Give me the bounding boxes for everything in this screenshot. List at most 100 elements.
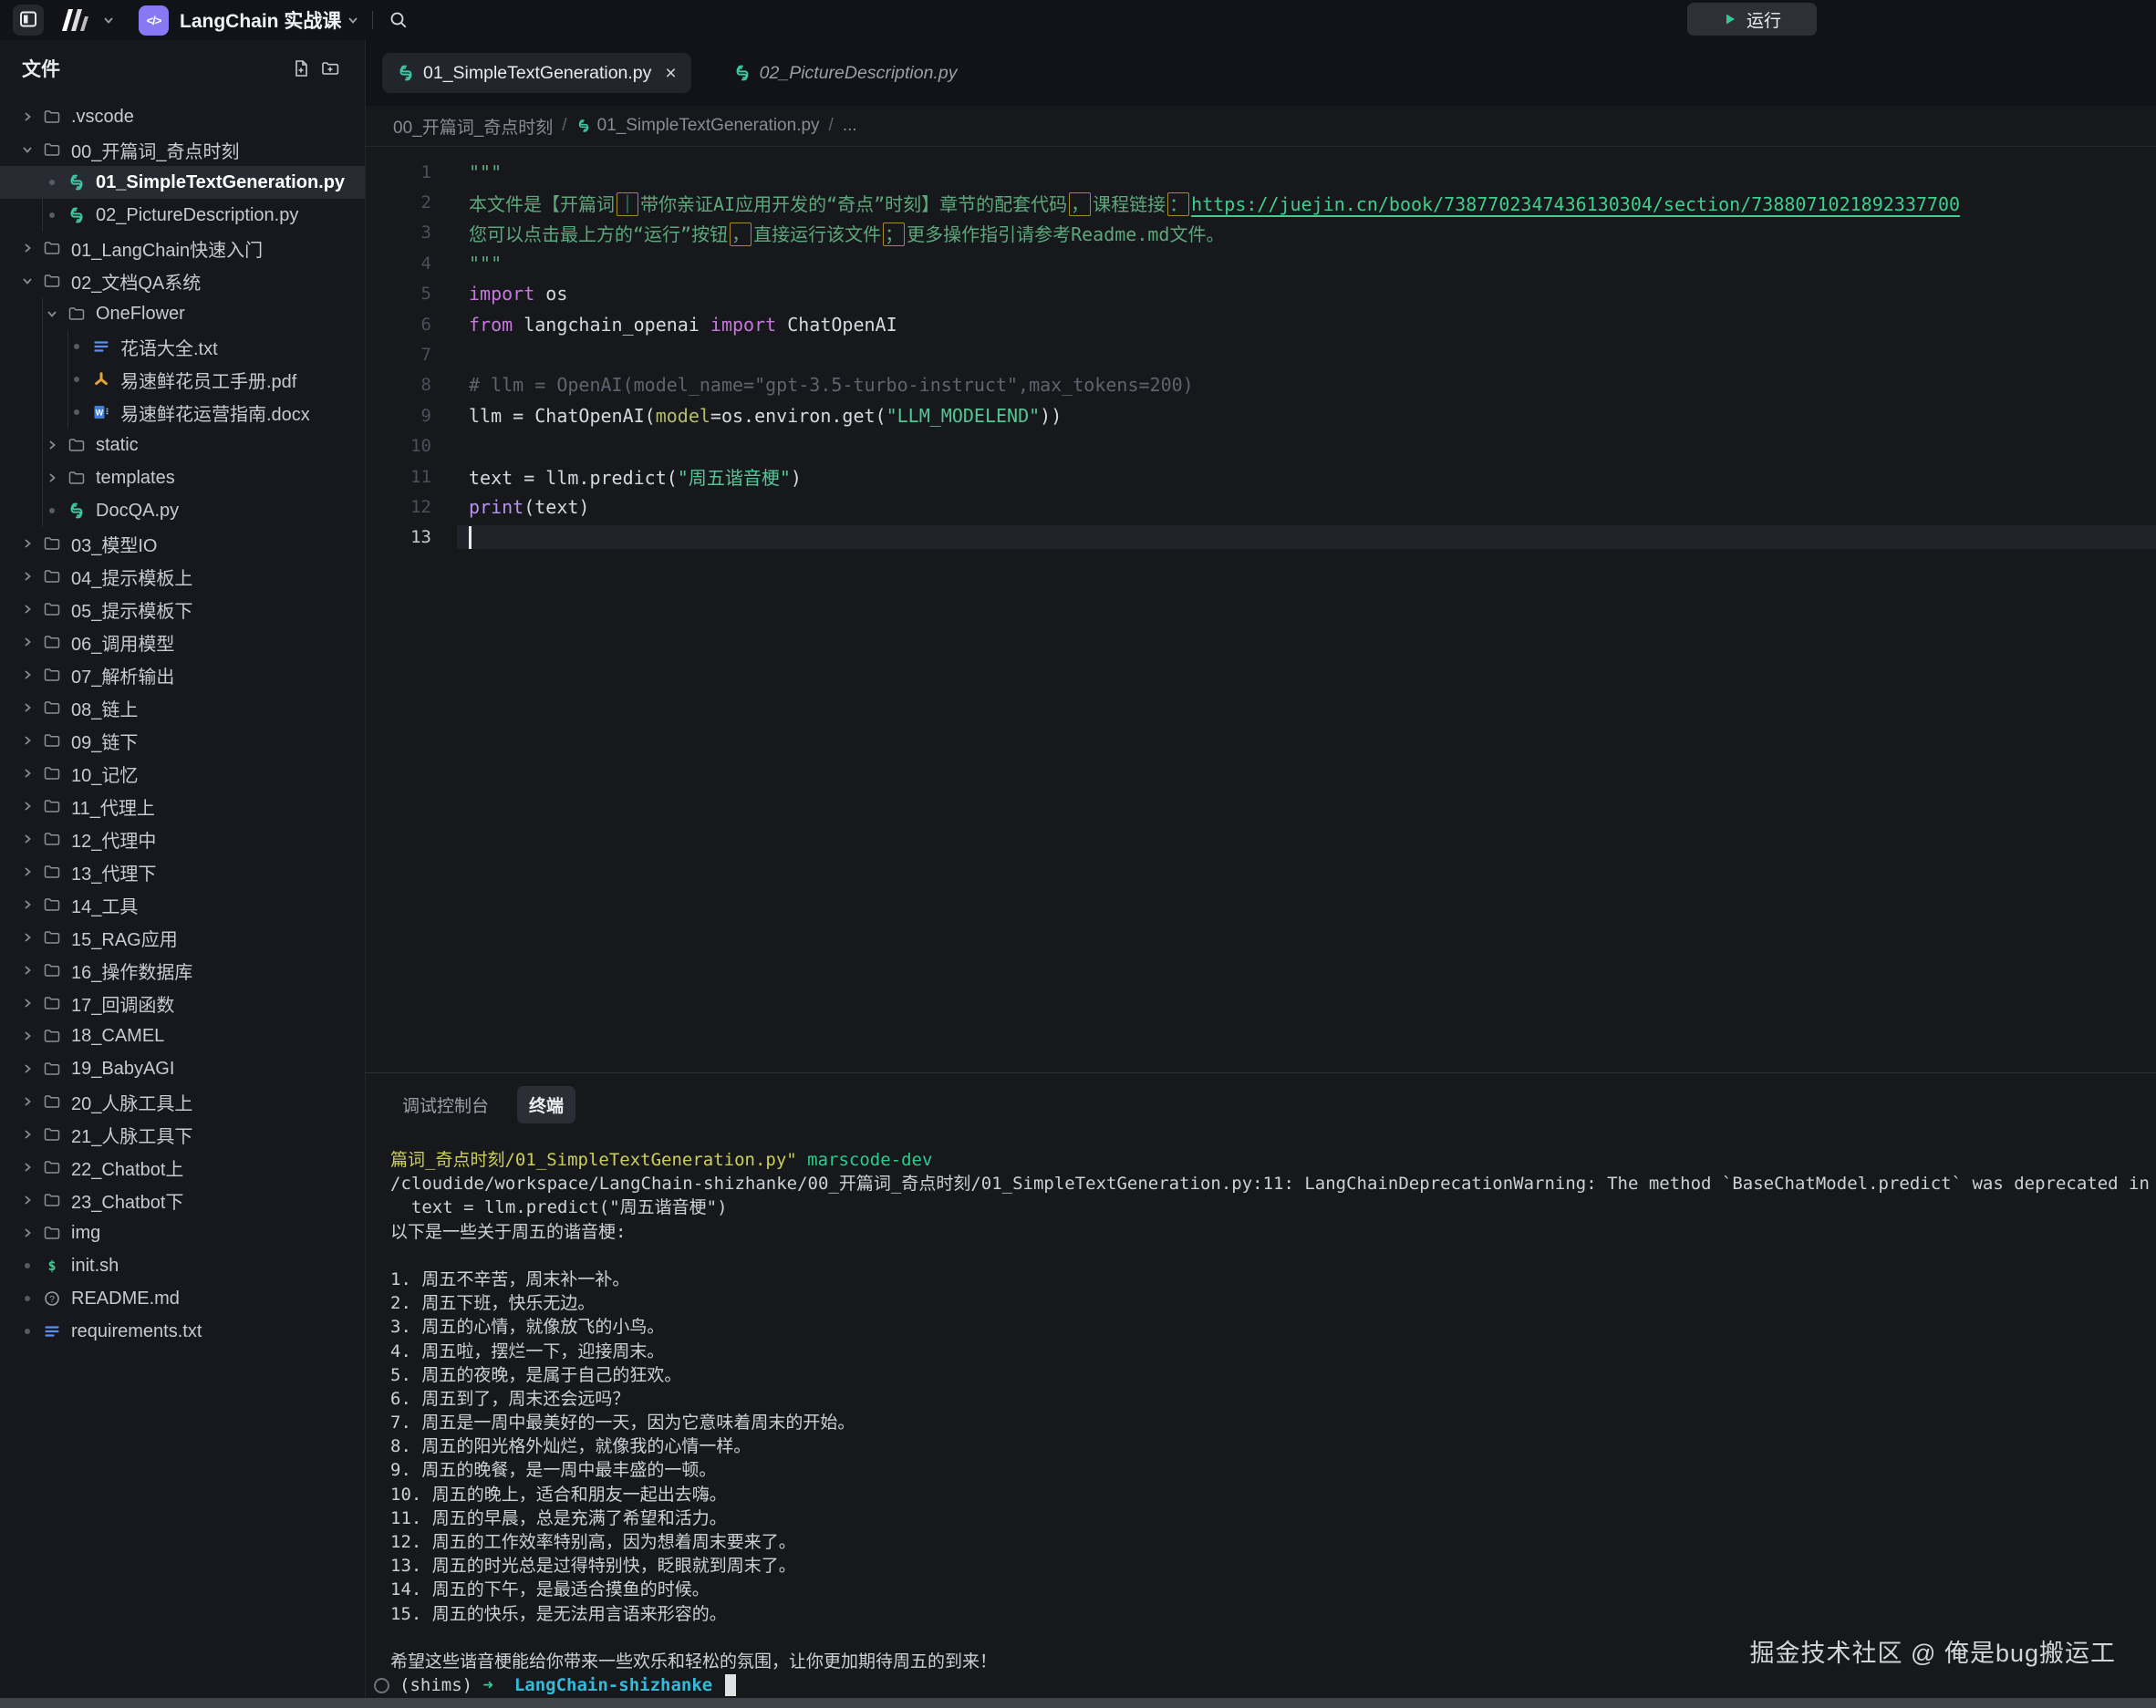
- panel-tab[interactable]: 调试控制台: [390, 1086, 501, 1123]
- tree-item[interactable]: templates: [0, 461, 365, 494]
- project-icon-glyph: </>: [147, 14, 161, 27]
- tree-item[interactable]: 10_记忆: [0, 757, 365, 790]
- chevron-right-icon[interactable]: [21, 1194, 34, 1206]
- line-number: 1: [366, 162, 431, 182]
- tree-item[interactable]: 19_BabyAGI: [0, 1052, 365, 1085]
- chevron-right-icon[interactable]: [21, 964, 34, 977]
- tree-item[interactable]: img: [0, 1216, 365, 1249]
- tree-item[interactable]: 18_CAMEL: [0, 1020, 365, 1052]
- chevron-down-icon[interactable]: [21, 274, 34, 287]
- chevron-right-icon[interactable]: [21, 865, 34, 878]
- tree-item[interactable]: 11_代理上: [0, 790, 365, 823]
- tree-item[interactable]: 06_调用模型: [0, 626, 365, 658]
- chevron-right-icon[interactable]: [21, 242, 34, 254]
- tree-item[interactable]: 01_LangChain快速入门: [0, 232, 365, 264]
- tree-item[interactable]: 21_人脉工具下: [0, 1118, 365, 1151]
- tree-item-label: 05_提示模板下: [71, 596, 192, 623]
- tree-item[interactable]: 20_人脉工具上: [0, 1085, 365, 1118]
- tree-item[interactable]: 04_提示模板上: [0, 560, 365, 593]
- chevron-right-icon[interactable]: [21, 603, 34, 616]
- tree-item[interactable]: OneFlower: [0, 297, 365, 330]
- chevron-right-icon[interactable]: [21, 636, 34, 648]
- chevron-right-icon[interactable]: [21, 1161, 34, 1174]
- chevron-right-icon[interactable]: [21, 1227, 34, 1239]
- chevron-right-icon[interactable]: [21, 668, 34, 681]
- tree-item[interactable]: static: [0, 429, 365, 461]
- tree-item[interactable]: 02_PictureDescription.py: [0, 199, 365, 232]
- editor-tab[interactable]: 02_PictureDescription.py: [719, 53, 972, 93]
- chevron-down-icon[interactable]: [21, 143, 34, 156]
- chevron-right-icon[interactable]: [21, 800, 34, 813]
- new-folder-icon[interactable]: [320, 58, 340, 78]
- code-editor[interactable]: 1"""2本文件是【开篇词｜带你亲证AI应用开发的“奇点”时刻】章节的配套代码，…: [366, 147, 2156, 553]
- tree-item[interactable]: ?README.md: [0, 1282, 365, 1315]
- chevron-right-icon[interactable]: [21, 1095, 34, 1108]
- chevron-down-icon[interactable]: [347, 14, 359, 26]
- chevron-right-icon[interactable]: [21, 110, 34, 123]
- tree-item[interactable]: 23_Chatbot下: [0, 1184, 365, 1216]
- search-icon[interactable]: [388, 9, 409, 31]
- tree-item[interactable]: 02_文档QA系统: [0, 264, 365, 297]
- breadcrumb-item[interactable]: 01_SimpleTextGeneration.py: [597, 116, 820, 136]
- tree-item-label: 06_调用模型: [71, 629, 174, 656]
- tree-item[interactable]: DocQA.py: [0, 494, 365, 527]
- chevron-right-icon[interactable]: [21, 1062, 34, 1075]
- tree-item[interactable]: 08_链上: [0, 691, 365, 724]
- tree-item[interactable]: 22_Chatbot上: [0, 1151, 365, 1184]
- editor-tab[interactable]: 01_SimpleTextGeneration.py×: [382, 53, 691, 93]
- python-icon: [397, 64, 415, 82]
- chevron-right-icon[interactable]: [21, 734, 34, 747]
- tree-item[interactable]: 易速鲜花员工手册.pdf: [0, 363, 365, 396]
- chevron-right-icon[interactable]: [21, 1128, 34, 1141]
- tree-item[interactable]: 花语大全.txt: [0, 330, 365, 363]
- tree-item[interactable]: W易速鲜花运营指南.docx: [0, 396, 365, 429]
- chevron-right-icon[interactable]: [21, 570, 34, 583]
- code-line: 5import os: [366, 279, 2156, 309]
- folder-icon: [43, 961, 61, 979]
- terminal-cursor: [725, 1674, 736, 1696]
- tree-item[interactable]: 03_模型IO: [0, 527, 365, 560]
- chevron-right-icon[interactable]: [21, 537, 34, 550]
- marscode-logo-icon[interactable]: [58, 6, 97, 34]
- new-file-icon[interactable]: [291, 58, 311, 78]
- terminal-line: 10. 周五的晚上，适合和朋友一起出去嗨。: [390, 1483, 2156, 1506]
- tree-item[interactable]: requirements.txt: [0, 1315, 365, 1348]
- chevron-right-icon[interactable]: [21, 1030, 34, 1042]
- chevron-right-icon[interactable]: [21, 997, 34, 1009]
- tree-item[interactable]: 05_提示模板下: [0, 593, 365, 626]
- chevron-right-icon[interactable]: [21, 898, 34, 911]
- tree-item-label: 14_工具: [71, 892, 138, 918]
- line-number: 9: [366, 406, 431, 426]
- terminal-output[interactable]: 篇词_奇点时刻/01_SimpleTextGeneration.py" mars…: [366, 1148, 2156, 1698]
- tree-item[interactable]: .vscode: [0, 100, 365, 133]
- tree-item[interactable]: 15_RAG应用: [0, 921, 365, 954]
- breadcrumb-item[interactable]: 00_开篇词_奇点时刻: [393, 114, 553, 139]
- chevron-right-icon[interactable]: [21, 767, 34, 780]
- chevron-down-icon[interactable]: [46, 307, 58, 320]
- tree-item[interactable]: 01_SimpleTextGeneration.py: [0, 166, 365, 199]
- folder-icon: [43, 239, 61, 257]
- chevron-right-icon[interactable]: [21, 701, 34, 714]
- chevron-right-icon[interactable]: [21, 833, 34, 845]
- tree-item[interactable]: 13_代理下: [0, 855, 365, 888]
- tree-item[interactable]: 07_解析输出: [0, 658, 365, 691]
- chevron-right-icon[interactable]: [46, 471, 58, 484]
- close-icon[interactable]: ×: [665, 64, 676, 83]
- tree-item[interactable]: 12_代理中: [0, 823, 365, 855]
- dot-icon: [73, 376, 80, 383]
- chevron-down-icon[interactable]: [102, 14, 115, 26]
- breadcrumb-item[interactable]: ...: [843, 116, 857, 136]
- chevron-right-icon[interactable]: [21, 931, 34, 944]
- run-button[interactable]: 运行: [1687, 3, 1817, 36]
- tree-item[interactable]: 17_回调函数: [0, 987, 365, 1020]
- chevron-right-icon[interactable]: [46, 439, 58, 451]
- tree-item[interactable]: 16_操作数据库: [0, 954, 365, 987]
- tree-item[interactable]: 09_链下: [0, 724, 365, 757]
- tree-item[interactable]: $init.sh: [0, 1249, 365, 1282]
- tree-item[interactable]: 00_开篇词_奇点时刻: [0, 133, 365, 166]
- horizontal-scrollbar[interactable]: [0, 1698, 2156, 1708]
- workspace-title[interactable]: LangChain 实战课: [180, 6, 341, 34]
- tree-item[interactable]: 14_工具: [0, 888, 365, 921]
- sidebar-toggle-button[interactable]: [13, 5, 44, 36]
- panel-tab[interactable]: 终端: [517, 1086, 575, 1123]
